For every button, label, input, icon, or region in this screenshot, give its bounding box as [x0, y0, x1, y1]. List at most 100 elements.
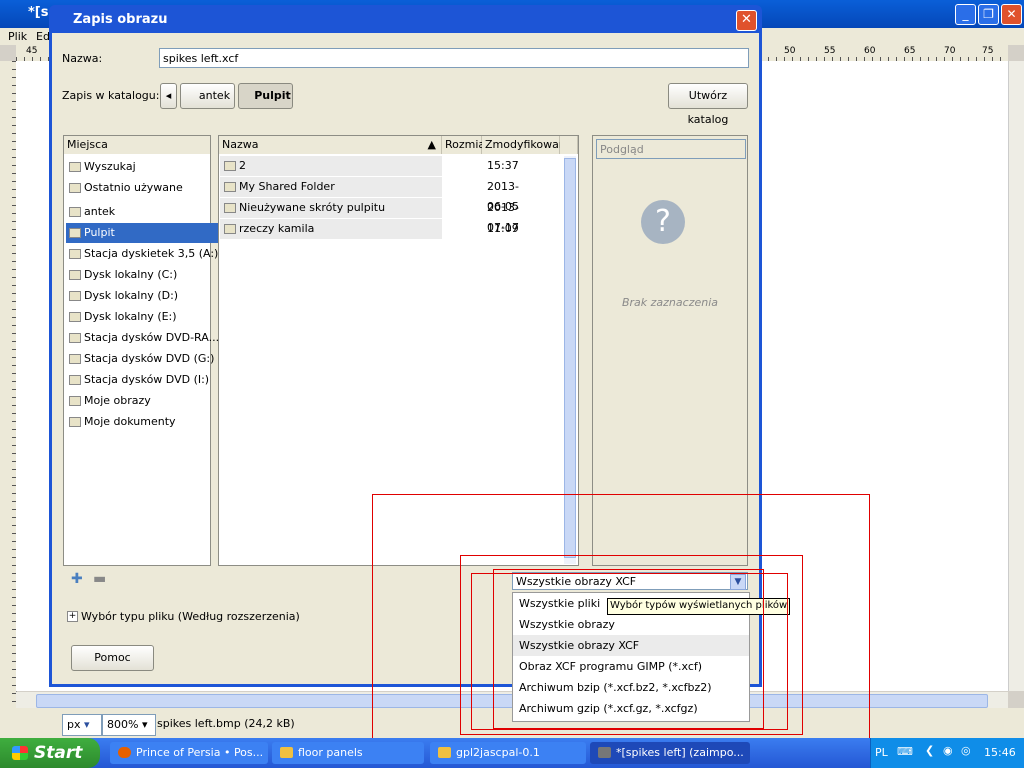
- places-item-label: Stacja dysków DVD (I:): [84, 373, 210, 386]
- filename-input[interactable]: spikes left.xcf: [159, 48, 749, 68]
- places-item[interactable]: Dysk lokalny (C:): [66, 265, 226, 285]
- places-item[interactable]: Dysk lokalny (D:): [66, 286, 226, 306]
- dvd-icon: [69, 333, 81, 343]
- places-item-label: Moje dokumenty: [84, 415, 176, 428]
- drive-icon: [69, 312, 81, 322]
- tray-chevron-icon[interactable]: ❮: [925, 744, 934, 757]
- places-item[interactable]: Ostatnio używane: [66, 178, 226, 198]
- places-item-label: Stacja dysków DVD-RA...: [84, 331, 220, 344]
- firefox-icon: [118, 747, 131, 758]
- language-indicator[interactable]: PL: [875, 746, 888, 759]
- clock: 15:46: [984, 746, 1016, 759]
- folder-icon: [69, 396, 81, 406]
- folder-label: Zapis w katalogu:: [62, 89, 160, 102]
- ruler-label: 65: [904, 46, 916, 56]
- file-modified: 15:37: [487, 159, 519, 172]
- column-header-name[interactable]: Nazwa ▲: [219, 136, 442, 154]
- volume-icon[interactable]: ◉: [943, 744, 953, 757]
- ruler-label: 70: [944, 46, 956, 56]
- dvd-icon: [69, 375, 81, 385]
- file-row[interactable]: 2 15:37: [220, 156, 519, 176]
- ruler-label: 75: [982, 46, 994, 56]
- zoom-select[interactable]: 800% ▾: [102, 714, 156, 736]
- highlight-box: [493, 569, 764, 729]
- places-item[interactable]: Stacja dysków DVD-RA...: [66, 328, 226, 348]
- path-button-pulpit[interactable]: Pulpit: [238, 83, 293, 109]
- file-name: rzeczy kamila: [239, 222, 315, 235]
- expander-plus-icon[interactable]: +: [67, 611, 78, 622]
- places-item-label: Ostatnio używane: [84, 181, 183, 194]
- dialog-title: Zapis obrazu: [73, 12, 168, 27]
- menu-edit[interactable]: Ed: [36, 30, 50, 43]
- start-button[interactable]: Start: [0, 738, 100, 768]
- folder-icon: [224, 182, 236, 192]
- preview-label: Podgląd: [596, 139, 746, 159]
- places-item-label: Pulpit: [84, 226, 115, 239]
- gimp-icon: [598, 747, 611, 758]
- chevron-down-icon: ▾: [84, 718, 90, 731]
- file-name: 2: [239, 159, 246, 172]
- zoom-value: 800%: [107, 718, 139, 731]
- menu-file[interactable]: Plik: [8, 30, 27, 43]
- places-item[interactable]: Wyszukaj: [66, 157, 226, 177]
- add-bookmark-icon[interactable]: ✚: [71, 571, 83, 587]
- dvd-icon: [69, 354, 81, 364]
- chevron-down-icon: ▾: [141, 718, 148, 731]
- places-item-label: Moje obrazy: [84, 394, 151, 407]
- file-name: Nieużywane skróty pulpitu: [239, 201, 386, 214]
- task-gpl2jascpal[interactable]: gpl2jascpal-0.1: [430, 742, 586, 764]
- path-button-antek[interactable]: antek: [180, 83, 235, 109]
- places-item[interactable]: Moje obrazy: [66, 391, 226, 411]
- places-header[interactable]: Miejsca: [64, 136, 210, 154]
- task-prince-of-persia[interactable]: Prince of Persia • Pos...: [110, 742, 268, 764]
- column-header-spacer: [560, 136, 578, 154]
- path-back-button[interactable]: ◂: [160, 83, 177, 109]
- places-item-label: Dysk lokalny (C:): [84, 268, 178, 281]
- create-folder-button[interactable]: Utwórz katalog: [668, 83, 748, 126]
- folder-icon: [280, 747, 293, 758]
- close-icon[interactable]: ✕: [736, 10, 757, 31]
- file-row[interactable]: rzeczy kamila 11:09: [220, 219, 519, 239]
- column-header-size[interactable]: Rozmiar: [442, 136, 490, 154]
- task-label: gpl2jascpal-0.1: [456, 746, 540, 759]
- task-label: floor panels: [298, 746, 363, 759]
- home-folder-icon: [69, 207, 81, 217]
- restore-icon[interactable]: ❐: [978, 4, 999, 25]
- file-modified: 11:09: [487, 222, 519, 235]
- places-item-label: antek: [84, 205, 116, 218]
- keyboard-icon[interactable]: ⌨: [897, 745, 913, 758]
- ruler-label: 55: [824, 46, 836, 56]
- unit-select[interactable]: px ▾: [62, 714, 102, 736]
- places-item[interactable]: Moje dokumenty: [66, 412, 226, 432]
- file-row[interactable]: My Shared Folder 2013-06-05: [220, 177, 519, 213]
- unit-value: px: [67, 718, 81, 731]
- column-name-label: Nazwa: [222, 138, 259, 151]
- folder-icon: [69, 228, 81, 238]
- remove-bookmark-icon[interactable]: ▬: [93, 571, 106, 587]
- folder-icon: [69, 417, 81, 427]
- column-header-modified[interactable]: Zmodyfikowany: [482, 136, 572, 154]
- vertical-scrollbar[interactable]: [1008, 61, 1024, 691]
- file-name: My Shared Folder: [239, 180, 335, 193]
- places-item[interactable]: Stacja dyskietek 3,5 (A:): [66, 244, 226, 264]
- places-item[interactable]: Stacja dysków DVD (G:): [66, 349, 226, 369]
- status-text: spikes left.bmp (24,2 kB): [157, 717, 295, 730]
- places-item-label: Wyszukaj: [84, 160, 136, 173]
- filetype-expander-label[interactable]: Wybór typu pliku (Według rozszerzenia): [81, 610, 300, 623]
- help-button[interactable]: Pomoc: [71, 645, 154, 671]
- task-gimp[interactable]: *[spikes left] (zaimpo...: [590, 742, 750, 764]
- task-floor-panels[interactable]: floor panels: [272, 742, 424, 764]
- places-item[interactable]: Stacja dysków DVD (I:): [66, 370, 226, 390]
- path-label: antek: [198, 89, 231, 102]
- folder-icon: [224, 161, 236, 171]
- name-label: Nazwa:: [62, 52, 103, 65]
- minimize-icon[interactable]: _: [955, 4, 976, 25]
- file-row[interactable]: Nieużywane skróty pulpitu 2013-07-17: [220, 198, 519, 234]
- ruler-label: 60: [864, 46, 876, 56]
- places-item[interactable]: Dysk lokalny (E:): [66, 307, 226, 327]
- places-item[interactable]: antek: [66, 202, 226, 222]
- places-item[interactable]: Pulpit: [66, 223, 226, 243]
- places-item-label: Dysk lokalny (D:): [84, 289, 179, 302]
- close-icon[interactable]: ✕: [1001, 4, 1022, 25]
- network-icon[interactable]: ◎: [961, 744, 971, 757]
